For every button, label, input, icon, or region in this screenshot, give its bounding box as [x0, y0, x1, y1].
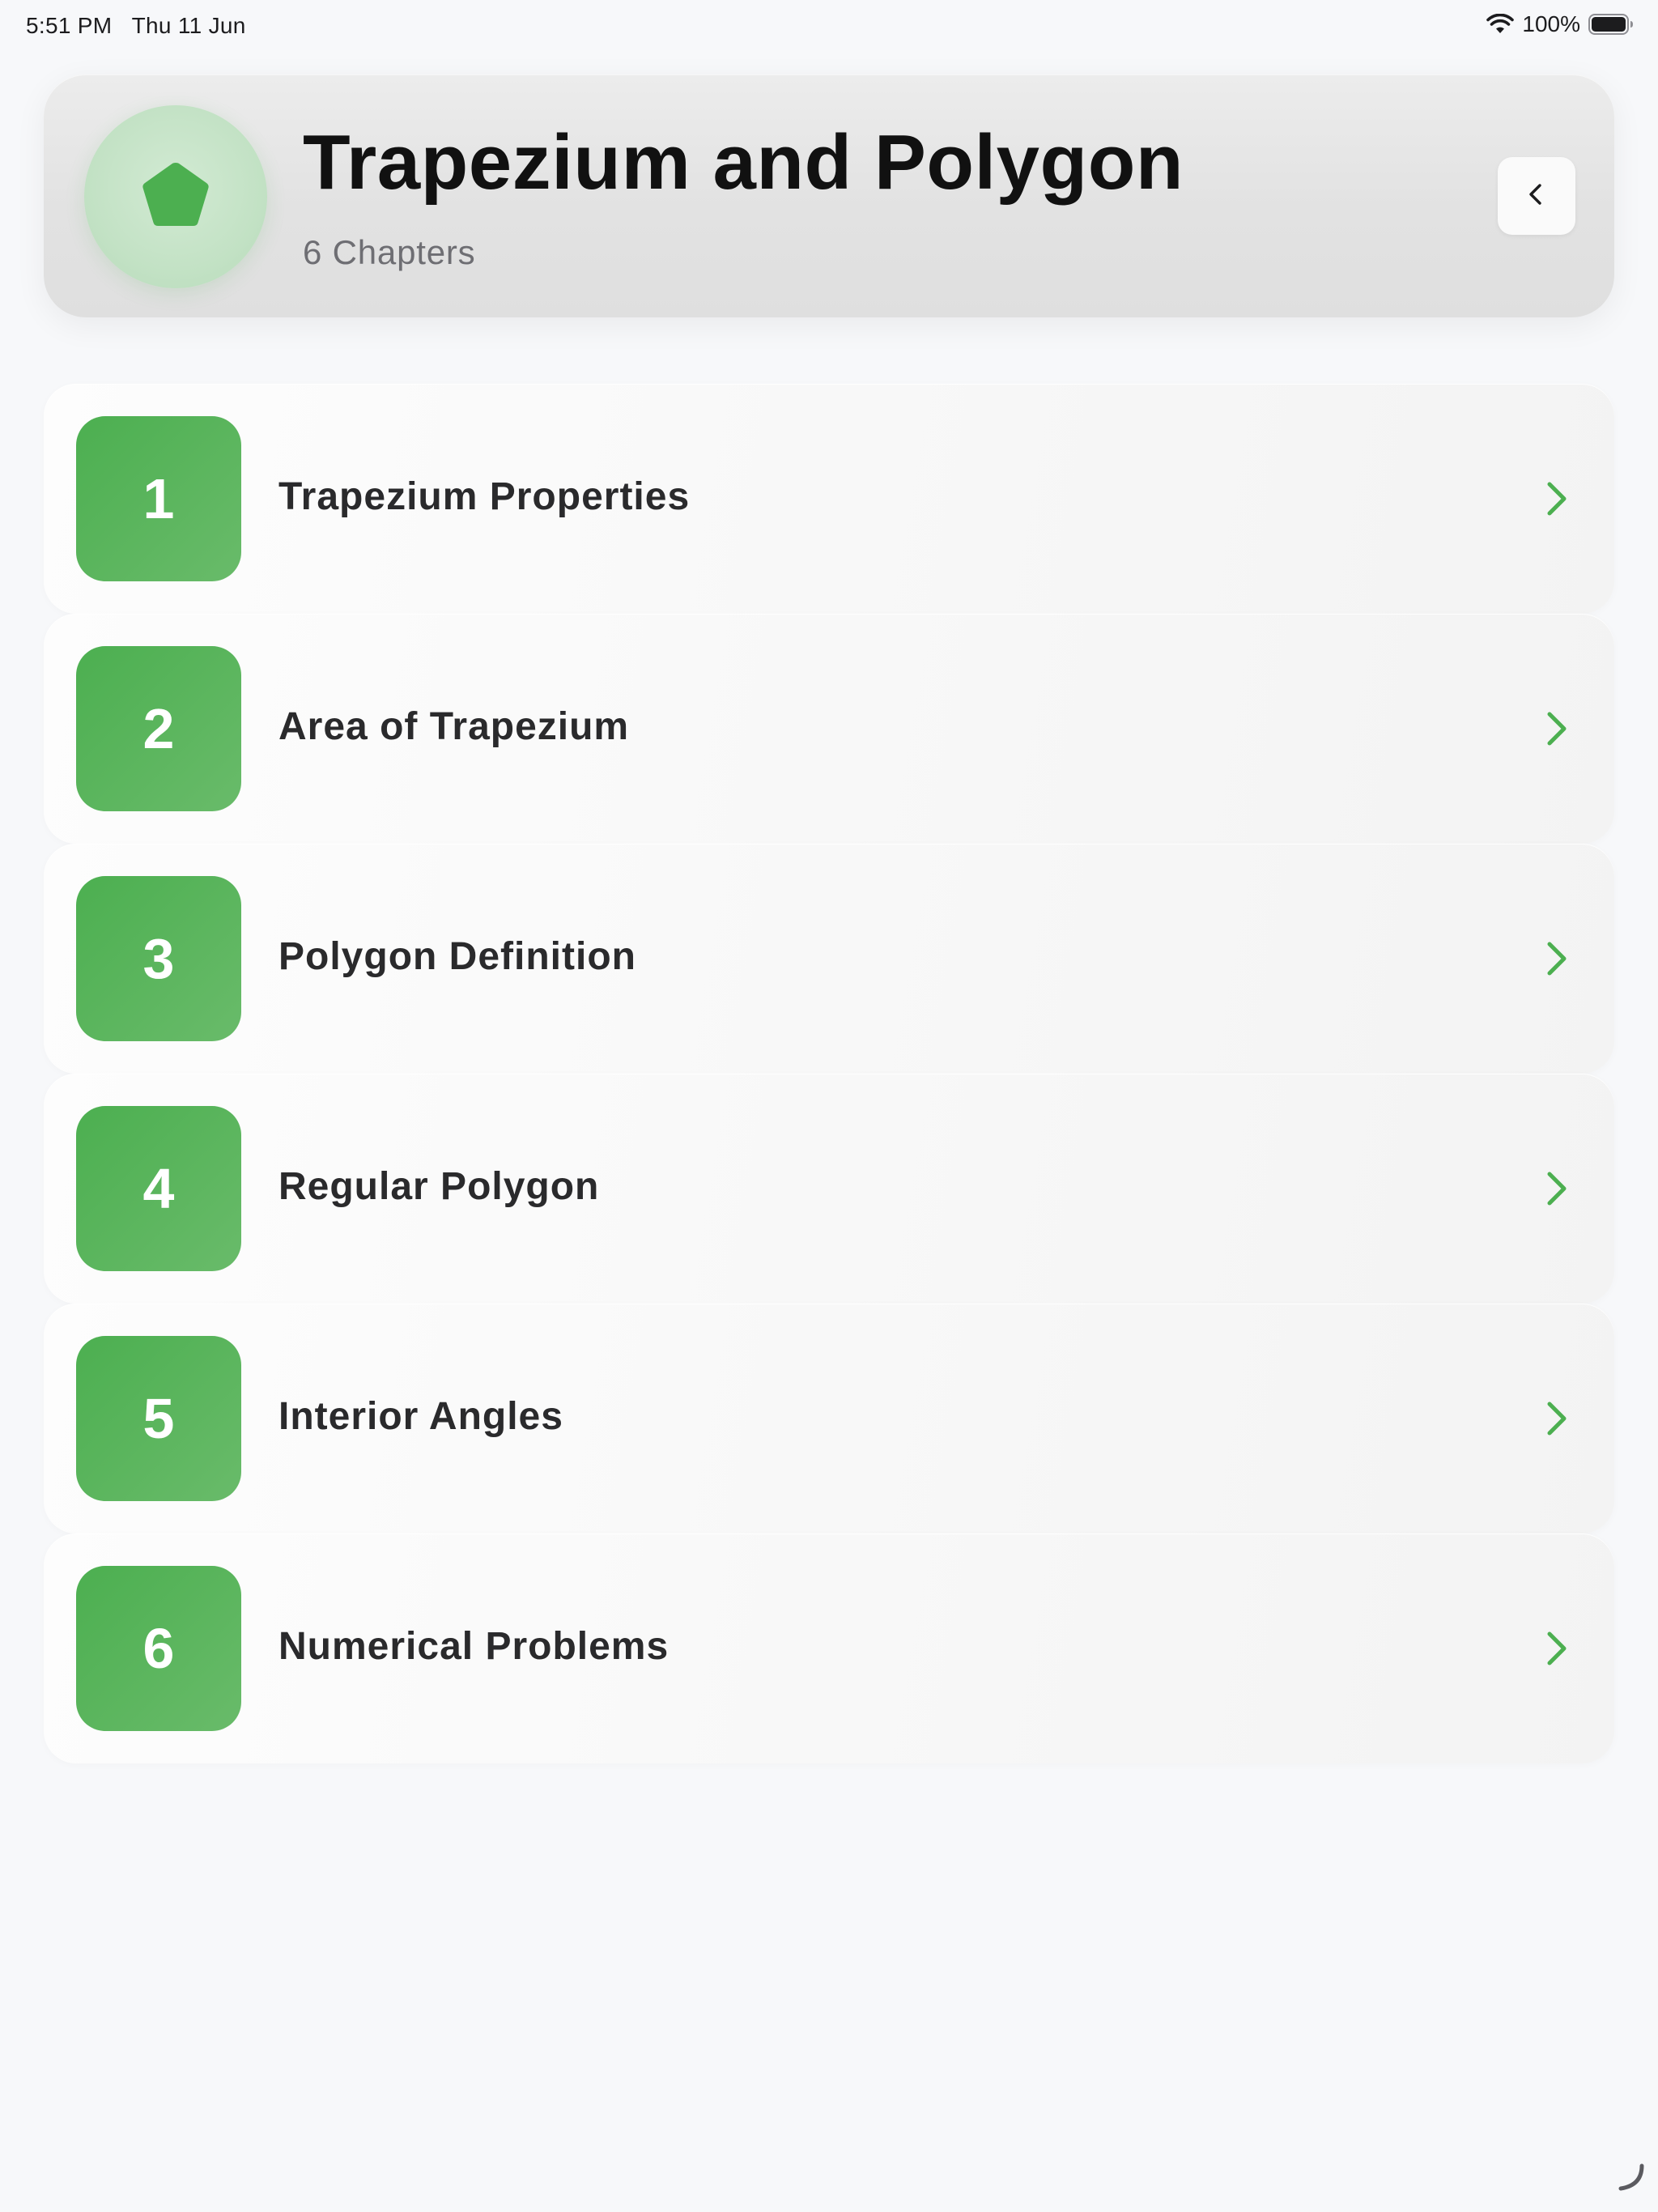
chapter-title: Interior Angles	[278, 1395, 563, 1438]
chevron-right-icon	[1532, 934, 1580, 983]
pentagon-icon	[137, 158, 215, 236]
header-card: Trapezium and Polygon 6 Chapters	[44, 74, 1614, 317]
status-time: 5:51 PM Thu 11 Jun	[26, 13, 246, 39]
chapter-count: 6 Chapters	[303, 233, 476, 271]
chapter-item-5[interactable]: 5 Interior Angles	[44, 1304, 1614, 1534]
chapter-title: Numerical Problems	[278, 1625, 670, 1668]
chevron-right-icon	[1532, 1164, 1580, 1213]
chevron-right-icon	[1532, 1394, 1580, 1443]
chapter-title: Polygon Definition	[278, 935, 636, 978]
chapter-number-badge: 4	[76, 1106, 241, 1271]
chevron-left-icon	[1520, 178, 1553, 215]
chapter-item-1[interactable]: 1 Trapezium Properties	[44, 384, 1614, 614]
wifi-icon	[1486, 14, 1515, 35]
chapter-number-badge: 1	[76, 416, 241, 581]
chapter-number-badge: 5	[76, 1336, 241, 1501]
chapter-title: Area of Trapezium	[278, 705, 630, 748]
chapter-number-badge: 3	[76, 876, 241, 1041]
battery-icon	[1588, 14, 1634, 35]
header-icon-container	[84, 105, 267, 288]
status-right: 100%	[1486, 11, 1634, 37]
chapter-item-4[interactable]: 4 Regular Polygon	[44, 1074, 1614, 1304]
battery-percentage: 100%	[1522, 11, 1580, 36]
chapter-item-3[interactable]: 3 Polygon Definition	[44, 844, 1614, 1074]
chapter-item-6[interactable]: 6 Numerical Problems	[44, 1534, 1614, 1763]
status-time-text: 5:51 PM	[26, 13, 113, 38]
chevron-right-icon	[1532, 1624, 1580, 1673]
status-bar: 5:51 PM Thu 11 Jun 100%	[0, 0, 1658, 52]
chevron-right-icon	[1532, 704, 1580, 753]
chapter-title: Regular Polygon	[278, 1165, 600, 1208]
back-button[interactable]	[1498, 157, 1575, 235]
corner-indicator-icon	[1614, 2161, 1647, 2197]
status-date-text: Thu 11 Jun	[131, 13, 246, 38]
chapter-title: Trapezium Properties	[278, 475, 691, 518]
chevron-right-icon	[1532, 474, 1580, 523]
page-title: Trapezium and Polygon	[303, 119, 1184, 206]
chapter-item-2[interactable]: 2 Area of Trapezium	[44, 614, 1614, 844]
chapter-number-badge: 6	[76, 1566, 241, 1731]
chapter-list: 1 Trapezium Properties 2 Area of Trapezi…	[44, 384, 1614, 1763]
chapter-number-badge: 2	[76, 646, 241, 811]
